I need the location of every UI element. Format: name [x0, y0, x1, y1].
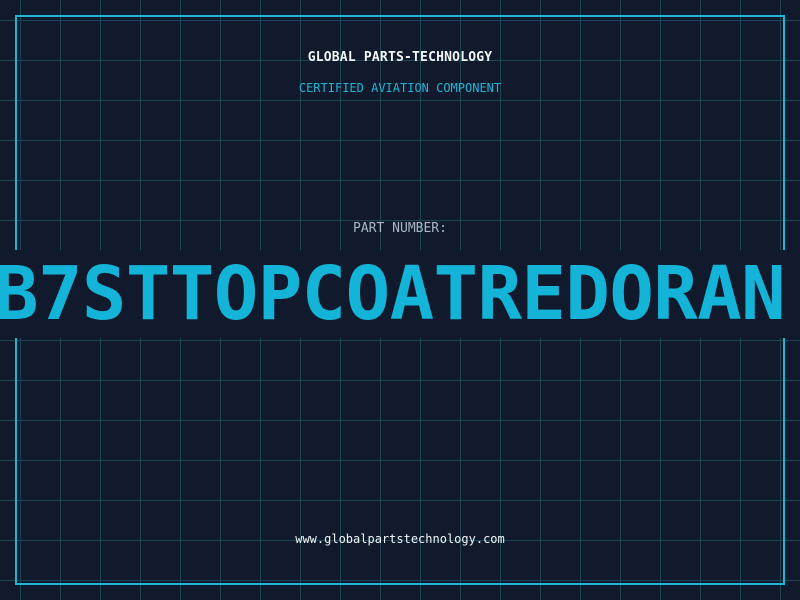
certification-subtitle: CERTIFIED AVIATION COMPONENT: [298, 81, 502, 95]
certificate-card: GLOBAL PARTS-TECHNOLOGY CERTIFIED AVIATI…: [0, 0, 800, 600]
part-number-value: B7STTOPCOATREDORAN: [0, 251, 786, 337]
part-number-label: PART NUMBER:: [353, 221, 447, 236]
company-title: GLOBAL PARTS-TECHNOLOGY: [307, 50, 493, 65]
website-url[interactable]: www.globalpartstechnology.com: [0, 532, 800, 546]
part-number-band: B7STTOPCOATREDORAN: [0, 250, 800, 338]
